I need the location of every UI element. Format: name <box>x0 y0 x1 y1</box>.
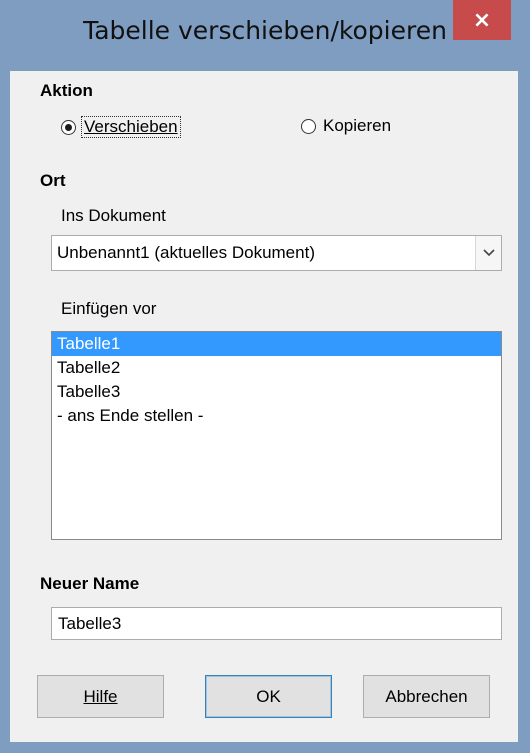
move-radio-label[interactable]: Verschieben <box>81 116 181 138</box>
cancel-button[interactable]: Abbrechen <box>363 675 490 718</box>
ok-button[interactable]: OK <box>205 675 332 718</box>
copy-radio[interactable]: Kopieren <box>301 116 391 136</box>
document-select[interactable]: Unbenannt1 (aktuelles Dokument) <box>51 235 502 271</box>
list-item-sheet-3[interactable]: Tabelle3 <box>52 380 501 404</box>
ok-button-label: OK <box>256 686 281 706</box>
move-radio-indicator[interactable] <box>61 119 76 135</box>
action-heading: Aktion <box>40 81 93 100</box>
location-heading: Ort <box>40 171 66 190</box>
document-select-value: Unbenannt1 (aktuelles Dokument) <box>57 243 315 262</box>
new-name-input[interactable]: Tabelle3 <box>51 607 502 640</box>
sheet-list[interactable]: Tabelle1 Tabelle2 Tabelle3 - ans Ende st… <box>51 331 502 540</box>
help-button-label: Hilfe <box>83 686 118 706</box>
copy-radio-label[interactable]: Kopieren <box>321 116 391 136</box>
move-radio[interactable]: Verschieben <box>61 116 181 138</box>
close-icon: × <box>472 7 492 33</box>
document-select-toggle[interactable] <box>475 236 501 270</box>
new-name-heading: Neuer Name <box>40 574 140 593</box>
list-item-sheet-2[interactable]: Tabelle2 <box>52 356 501 380</box>
list-item-sheet-1[interactable]: Tabelle1 <box>52 332 501 356</box>
chevron-down-icon <box>482 249 495 257</box>
list-item-end-position[interactable]: - ans Ende stellen - <box>52 404 501 428</box>
copy-radio-indicator[interactable] <box>301 118 316 134</box>
insert-before-label: Einfügen vor <box>61 299 157 318</box>
title-bar[interactable]: Tabelle verschieben/kopieren × <box>0 0 530 72</box>
close-button[interactable]: × <box>453 0 511 40</box>
document-label: Ins Dokument <box>61 206 166 225</box>
dialog-title: Tabelle verschieben/kopieren <box>83 16 447 45</box>
dialog-window: Tabelle verschieben/kopieren × Aktion Ve… <box>0 0 530 753</box>
cancel-button-label: Abbrechen <box>385 686 468 706</box>
help-button[interactable]: Hilfe <box>37 675 164 718</box>
dialog-body: Aktion Verschieben Kopieren Ort Ins Doku… <box>10 71 518 742</box>
